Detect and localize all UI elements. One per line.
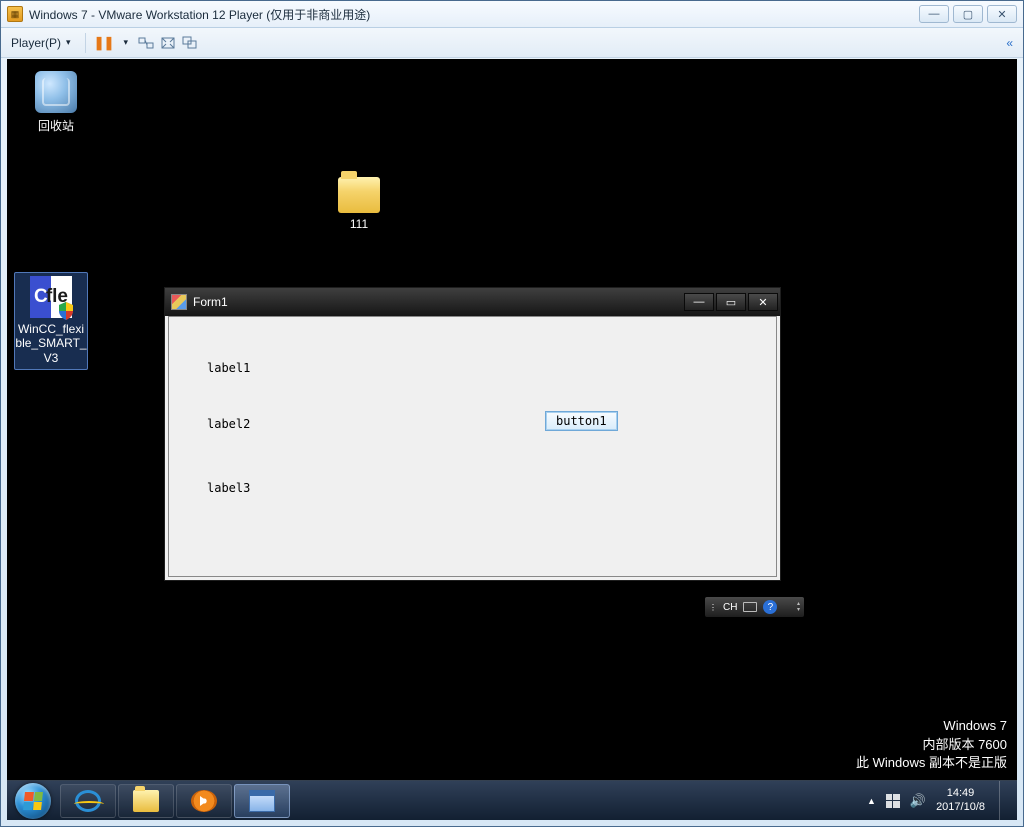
system-tray: ▲ 🔊 14:49 2017/10/8	[867, 781, 1017, 820]
pause-icon[interactable]: ❚❚	[96, 35, 112, 51]
fullscreen-icon[interactable]	[160, 35, 176, 51]
watermark-line3: 此 Windows 副本不是正版	[856, 754, 1007, 772]
send-ctrl-alt-del-icon[interactable]	[138, 35, 154, 51]
ime-drag-handle-icon[interactable]: ⋮	[709, 603, 717, 612]
form1-title-text: Form1	[193, 295, 228, 309]
uac-shield-icon	[58, 302, 74, 320]
ie-icon	[75, 790, 101, 812]
collapse-toolbar-icon[interactable]: «	[1006, 36, 1017, 50]
player-menu[interactable]: Player(P)	[7, 34, 75, 52]
vmware-titlebar[interactable]: ▦ Windows 7 - VMware Workstation 12 Play…	[1, 1, 1023, 28]
label3: label3	[207, 481, 250, 495]
watermark-line1: Windows 7	[856, 717, 1007, 735]
windows-taskbar: ▲ 🔊 14:49 2017/10/8	[7, 780, 1017, 820]
recycle-bin-icon[interactable]: 回收站	[19, 71, 93, 134]
wincc-label: WinCC_flexible_SMART_V3	[15, 322, 87, 365]
action-center-icon[interactable]	[886, 794, 900, 808]
vmware-title-text: Windows 7 - VMware Workstation 12 Player…	[29, 6, 370, 23]
vmware-maximize-button[interactable]: ▢	[953, 5, 983, 23]
folder-111-label: 111	[322, 217, 396, 231]
folder-glyph	[338, 177, 380, 213]
taskbar-media-player[interactable]	[176, 784, 232, 818]
watermark-line2: 内部版本 7600	[856, 736, 1007, 754]
unity-icon[interactable]	[182, 35, 198, 51]
taskbar-explorer[interactable]	[118, 784, 174, 818]
tray-clock[interactable]: 14:49 2017/10/8	[936, 787, 985, 813]
tray-date: 2017/10/8	[936, 801, 985, 814]
volume-icon[interactable]: 🔊	[910, 793, 926, 809]
label2: label2	[207, 417, 250, 431]
vmware-close-button[interactable]: ✕	[987, 5, 1017, 23]
ime-language-label[interactable]: CH	[723, 602, 737, 613]
start-button[interactable]	[13, 781, 53, 821]
recycle-bin-glyph	[35, 71, 77, 113]
vmware-minimize-button[interactable]: —	[919, 5, 949, 23]
keyboard-icon[interactable]	[743, 602, 757, 612]
toolbar-separator	[85, 33, 86, 53]
form1-maximize-button[interactable]: ▭	[716, 293, 746, 311]
vmware-player-window: ▦ Windows 7 - VMware Workstation 12 Play…	[0, 0, 1024, 827]
vmware-icon: ▦	[7, 6, 23, 22]
button1[interactable]: button1	[545, 411, 618, 431]
windows-logo-icon	[23, 792, 43, 810]
vm-power-dropdown[interactable]	[118, 35, 133, 50]
windows-watermark: Windows 7 内部版本 7600 此 Windows 副本不是正版	[856, 717, 1007, 772]
folder-111-icon[interactable]: 111	[322, 171, 396, 231]
show-desktop-button[interactable]	[999, 781, 1009, 821]
guest-desktop[interactable]: 回收站 111 CCfle WinCC_flexible_SMART_V3 Fo…	[7, 59, 1017, 820]
form1-app-icon	[171, 294, 187, 310]
label1: label1	[207, 361, 250, 375]
recycle-bin-label: 回收站	[19, 117, 93, 134]
media-player-icon	[191, 790, 217, 812]
taskbar-ie[interactable]	[60, 784, 116, 818]
ime-language-bar[interactable]: ⋮ CH ? ▴▾	[704, 596, 805, 618]
explorer-icon	[133, 790, 159, 812]
form1-close-button[interactable]: ✕	[748, 293, 778, 311]
tray-show-hidden-icon[interactable]: ▲	[867, 796, 876, 806]
wincc-glyph: CCfle	[30, 276, 72, 318]
winform-icon	[249, 790, 275, 812]
vmware-toolbar: Player(P) ❚❚ «	[1, 28, 1023, 58]
form1-client-area: label1 label2 label3 button1	[168, 316, 777, 577]
ime-options-icon[interactable]: ▴▾	[797, 602, 800, 613]
ime-help-icon[interactable]: ?	[763, 600, 777, 614]
form1-window[interactable]: Form1 — ▭ ✕ label1 label2 label3 button1	[164, 287, 781, 581]
form1-titlebar[interactable]: Form1 — ▭ ✕	[165, 288, 780, 316]
tray-time: 14:49	[936, 787, 985, 800]
taskbar-form1[interactable]	[234, 784, 290, 818]
form1-minimize-button[interactable]: —	[684, 293, 714, 311]
wincc-shortcut-icon[interactable]: CCfle WinCC_flexible_SMART_V3	[14, 272, 88, 370]
